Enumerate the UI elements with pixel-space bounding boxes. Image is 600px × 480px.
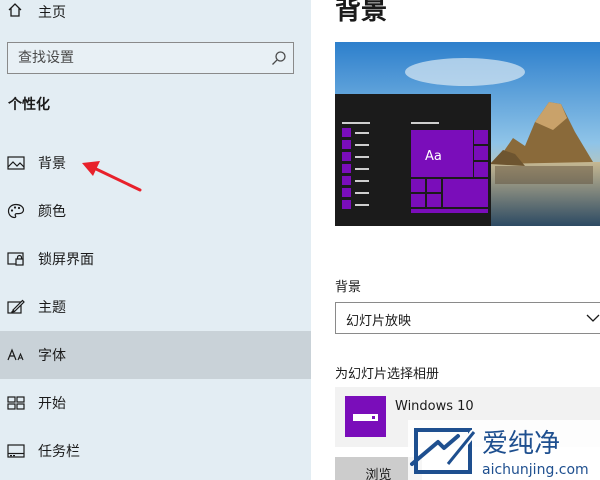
theme-brush-icon	[7, 299, 25, 314]
search-input[interactable]	[8, 43, 263, 73]
sidebar-item-colors[interactable]: 颜色	[0, 187, 311, 235]
album-label: 为幻灯片选择相册	[335, 367, 440, 382]
settings-sidebar: 主页 个性化 背景 颜色 锁屏界面	[0, 0, 311, 480]
sidebar-item-label: 开始	[38, 396, 66, 412]
preview-image: Aa	[335, 42, 600, 226]
sidebar-item-label: 主题	[38, 300, 66, 316]
sidebar-item-label: 任务栏	[38, 444, 80, 460]
font-icon	[7, 348, 24, 361]
annotation-arrow	[82, 161, 142, 192]
sidebar-item-themes[interactable]: 主题	[0, 283, 311, 331]
search-icon[interactable]	[271, 50, 287, 66]
background-preview: Aa	[335, 42, 600, 226]
watermark-url: aichunjing.com	[482, 462, 589, 478]
sidebar-item-start[interactable]: 开始	[0, 379, 311, 427]
sidebar-item-label: 字体	[38, 348, 66, 364]
sidebar-item-taskbar[interactable]: 任务栏	[0, 427, 311, 475]
sidebar-item-label: 锁屏界面	[38, 252, 94, 268]
palette-icon	[7, 203, 25, 219]
watermark-brand: 爱纯净	[482, 429, 560, 459]
preview-tile-text: Aa	[425, 149, 442, 164]
chevron-down-icon	[586, 314, 600, 322]
background-type-dropdown[interactable]: 幻灯片放映	[335, 302, 600, 334]
sidebar-item-label: 背景	[38, 156, 66, 172]
home-label: 主页	[38, 5, 66, 21]
sidebar-item-lock-screen[interactable]: 锁屏界面	[0, 235, 311, 283]
album-name: Windows 10	[395, 399, 474, 414]
lock-screen-icon	[7, 252, 24, 266]
dropdown-value: 幻灯片放映	[346, 314, 412, 329]
home-link[interactable]: 主页	[0, 0, 311, 26]
home-icon	[8, 3, 22, 17]
page-title: 背景	[335, 0, 388, 26]
site-watermark: 爱纯净 aichunjing.com	[408, 420, 600, 480]
background-label: 背景	[335, 280, 362, 295]
sidebar-item-background[interactable]: 背景	[0, 139, 311, 187]
start-menu-icon	[7, 396, 25, 410]
search-box[interactable]	[7, 42, 294, 74]
picture-icon	[7, 156, 25, 170]
album-thumbnail	[345, 396, 386, 437]
sidebar-item-label: 颜色	[38, 204, 66, 220]
taskbar-icon	[7, 444, 25, 458]
sidebar-item-fonts[interactable]: 字体	[0, 331, 311, 379]
section-title: 个性化	[8, 97, 50, 113]
